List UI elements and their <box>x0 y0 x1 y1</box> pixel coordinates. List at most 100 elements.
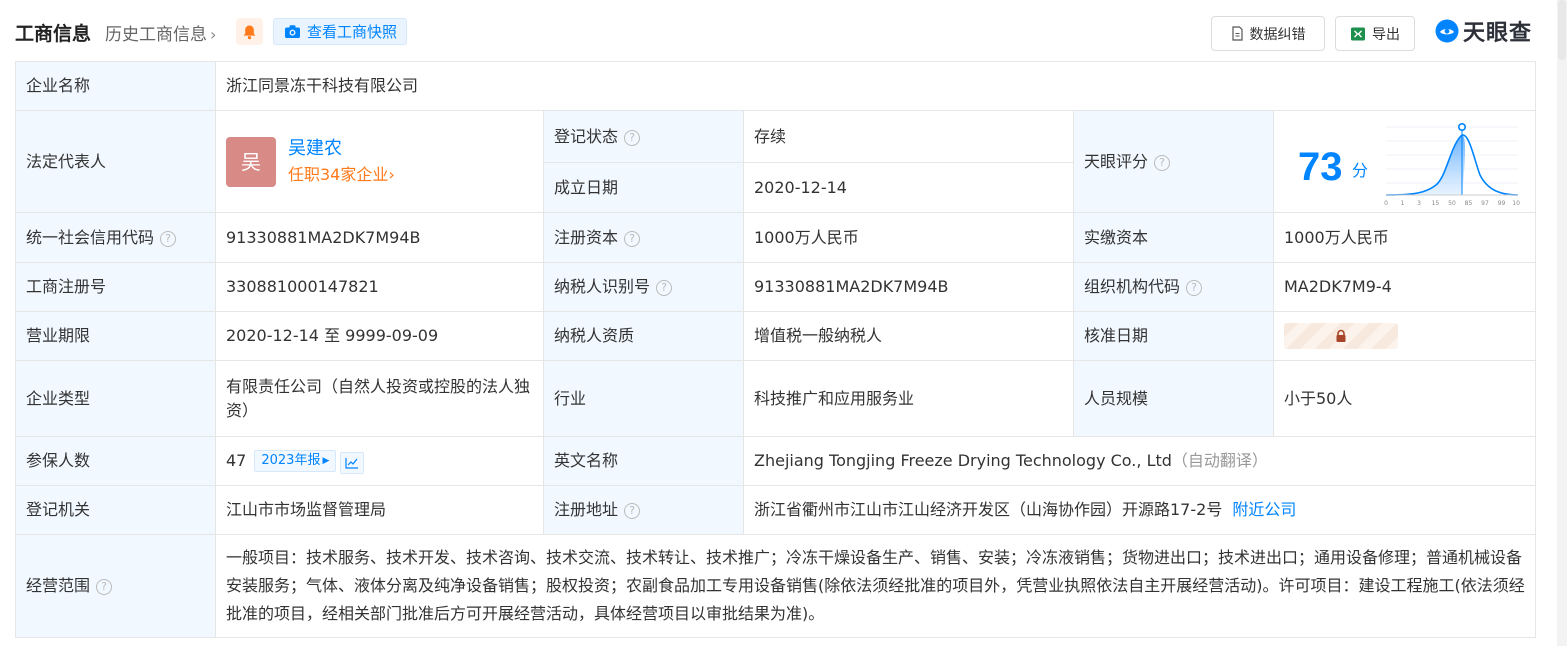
score-tick-label: 85 <box>1465 200 1473 207</box>
nearby-companies-link[interactable]: 附近公司 <box>1232 500 1296 519</box>
history-label: 历史工商信息 <box>105 25 207 45</box>
legal-rep-name[interactable]: 吴建农 <box>288 136 395 162</box>
reg-authority-label: 登记机关 <box>15 485 216 535</box>
export-button[interactable]: 导出 <box>1335 16 1415 51</box>
score-tick-label: 0 <box>1384 200 1388 207</box>
legal-rep-companies-label: 任职34家企业 <box>288 164 389 184</box>
reg-address-value: 浙江省衢州市江山市江山经济开发区（山海协作园）开源路17-2号 <box>754 500 1223 519</box>
score-marker-icon <box>1458 123 1467 132</box>
tianyan-score-cell[interactable]: 73 分 0 1 3 15 50 85 97 99 10 <box>1272 110 1537 213</box>
help-icon[interactable]: ? <box>624 230 641 247</box>
scrollbar-thumb[interactable] <box>1558 0 1566 60</box>
chevron-right-icon: › <box>388 164 395 184</box>
table-row: 营业期限 2020-12-14 至 9999-09-09 纳税人资质 增值税一般… <box>15 311 1537 361</box>
staff-size-value: 小于50人 <box>1272 360 1537 437</box>
paid-capital-label: 实缴资本 <box>1073 212 1274 263</box>
scrollbar[interactable] <box>1557 0 1567 646</box>
help-icon[interactable]: ? <box>624 129 641 146</box>
table-row: 法定代表人 吴 吴建农 任职34家企业› 登记状态? 存续 天眼评分? 73 分 <box>15 110 1537 213</box>
legal-rep-label: 法定代表人 <box>15 110 216 213</box>
reg-number-value[interactable]: 330881000147821 <box>215 262 544 312</box>
found-date-label: 成立日期 <box>543 162 744 213</box>
logo-text: 天眼查 <box>1463 21 1533 46</box>
reg-address-cell: 浙江省衢州市江山市江山经济开发区（山海协作园）开源路17-2号 附近公司 <box>742 485 1537 535</box>
found-date-value: 2020-12-14 <box>743 162 1074 213</box>
table-row: 统一社会信用代码? 91330881MA2DK7M94B 注册资本? 1000万… <box>15 212 1537 263</box>
help-icon[interactable]: ? <box>1154 154 1171 171</box>
company-name-label: 企业名称 <box>15 61 216 111</box>
approve-date-cell <box>1272 311 1537 361</box>
staff-size-label: 人员规模 <box>1073 360 1274 437</box>
org-code-value[interactable]: MA2DK7M9-4 <box>1272 262 1537 312</box>
org-code-label: 组织机构代码? <box>1073 262 1274 312</box>
reg-capital-value: 1000万人民币 <box>743 212 1074 263</box>
company-type-label: 企业类型 <box>15 360 216 437</box>
tianyan-score-unit: 分 <box>1352 161 1369 180</box>
legal-rep-companies-link[interactable]: 任职34家企业› <box>288 162 395 188</box>
table-row: 企业类型 有限责任公司（自然人投资或控股的法人独资） 行业 科技推广和应用服务业… <box>15 360 1537 437</box>
lock-icon <box>1336 329 1346 342</box>
score-tick-label: 50 <box>1448 200 1456 207</box>
help-icon[interactable]: ? <box>1186 280 1203 296</box>
reg-capital-label: 注册资本? <box>543 212 744 263</box>
help-icon[interactable]: ? <box>656 280 673 296</box>
table-row: 参保人数 47 2023年报 ▶ 英文名称 Zhejiang Tongjing Fr… <box>15 436 1537 486</box>
insured-cell: 47 2023年报 ▶ <box>215 436 544 486</box>
bell-icon <box>243 25 256 39</box>
score-tick-label: 99 <box>1498 200 1506 207</box>
document-edit-icon <box>1231 26 1243 41</box>
monitor-button[interactable] <box>236 18 263 45</box>
score-tick-label: 15 <box>1432 200 1440 207</box>
annual-report-tag[interactable]: 2023年报 ▶ <box>254 449 337 472</box>
section-header: 工商信息 历史工商信息 › 查看工商快照 数据纠错 导出 天眼查 <box>0 0 1567 62</box>
help-icon[interactable]: ? <box>160 230 177 247</box>
history-link[interactable]: 历史工商信息 › <box>105 20 216 45</box>
taxpayer-qual-value: 增值税一般纳税人 <box>743 311 1074 361</box>
reg-authority-value: 江山市市场监督管理局 <box>215 485 544 535</box>
credit-code-value[interactable]: 91330881MA2DK7M94B <box>215 212 544 263</box>
chevron-right-icon: › <box>210 25 217 44</box>
score-distribution-chart: 0 1 3 15 50 85 97 99 100 <box>1384 123 1520 207</box>
table-row: 经营范围? 一般项目：技术服务、技术开发、技术咨询、技术交流、技术转让、技术推广… <box>15 534 1537 638</box>
english-name-value: Zhejiang Tongjing Freeze Drying Technolo… <box>754 451 1172 470</box>
business-scope-value: 一般项目：技术服务、技术开发、技术咨询、技术交流、技术转让、技术推广；冷冻干燥设… <box>214 534 1537 638</box>
score-tick-labels: 0 1 3 15 50 85 97 99 100 <box>1384 200 1520 207</box>
table-row: 工商注册号 330881000147821 纳税人识别号? 91330881MA… <box>15 262 1537 312</box>
excel-icon <box>1351 27 1365 40</box>
business-info-table: 企业名称 浙江同景冻干科技有限公司 法定代表人 吴 吴建农 任职34家企业› 登… <box>15 61 1537 638</box>
company-name-value[interactable]: 浙江同景冻干科技有限公司 <box>214 61 1537 111</box>
help-icon[interactable]: ? <box>96 579 113 595</box>
data-correction-label: 数据纠错 <box>1249 26 1306 43</box>
score-tick-label: 1 <box>1401 200 1405 207</box>
locked-value[interactable] <box>1284 323 1398 349</box>
score-tick-label: 97 <box>1481 200 1489 207</box>
help-icon[interactable]: ? <box>624 503 641 519</box>
camera-icon <box>285 25 300 38</box>
tianyancha-logo: 天眼查 <box>1434 16 1532 46</box>
business-term-value: 2020-12-14 至 9999-09-09 <box>215 311 544 361</box>
table-row: 登记机关 江山市市场监督管理局 注册地址? 浙江省衢州市江山市江山经济开发区（山… <box>15 485 1537 535</box>
business-term-label: 营业期限 <box>15 311 216 361</box>
paid-capital-value: 1000万人民币 <box>1272 212 1537 263</box>
trend-chart-button[interactable] <box>340 451 365 474</box>
english-name-cell: Zhejiang Tongjing Freeze Drying Technolo… <box>742 436 1537 486</box>
avatar[interactable]: 吴 <box>226 136 276 187</box>
snapshot-label: 查看工商快照 <box>307 23 398 41</box>
taxpayer-id-value[interactable]: 91330881MA2DK7M94B <box>743 262 1074 312</box>
company-type-value: 有限责任公司（自然人投资或控股的法人独资） <box>215 360 544 437</box>
reg-status-label: 登记状态? <box>543 110 744 163</box>
snapshot-button[interactable]: 查看工商快照 <box>273 18 407 45</box>
approve-date-label: 核准日期 <box>1073 311 1274 361</box>
legal-rep-cell: 吴 吴建农 任职34家企业› <box>215 110 544 213</box>
eye-logo-icon <box>1435 19 1459 43</box>
section-title: 工商信息 <box>15 23 92 45</box>
table-row: 企业名称 浙江同景冻干科技有限公司 <box>15 61 1537 111</box>
taxpayer-id-label: 纳税人识别号? <box>543 262 744 312</box>
caret-right-icon: ▶ <box>322 455 330 466</box>
tianyan-score-value: 73 <box>1298 145 1343 189</box>
english-name-label: 英文名称 <box>543 436 744 486</box>
data-correction-button[interactable]: 数据纠错 <box>1211 16 1325 51</box>
credit-code-label: 统一社会信用代码? <box>15 212 216 263</box>
score-tick-label: 100 <box>1512 200 1520 207</box>
business-scope-label: 经营范围? <box>15 534 216 638</box>
